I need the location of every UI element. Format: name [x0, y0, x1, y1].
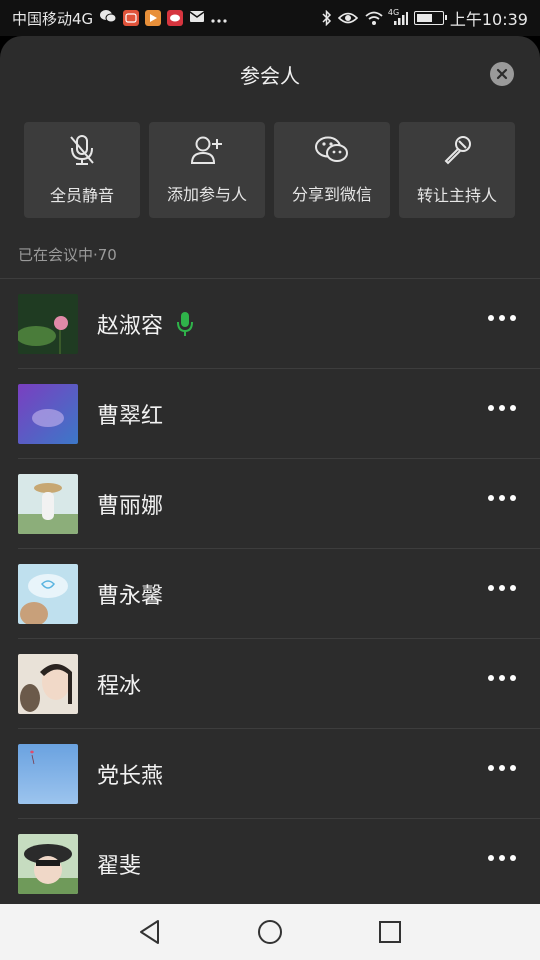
participant-row[interactable]: 翟斐	[0, 819, 540, 904]
participant-name: 程冰	[97, 674, 142, 699]
more-options-button[interactable]	[488, 765, 516, 771]
app-icon	[123, 10, 140, 26]
status-right: 4G 上午10:39	[322, 6, 528, 30]
eye-icon	[337, 11, 358, 25]
add-user-icon	[190, 135, 224, 169]
participant-row[interactable]: 党长燕	[0, 729, 540, 819]
more-options-button[interactable]	[488, 585, 516, 591]
close-icon	[496, 68, 508, 80]
mail-icon	[189, 9, 205, 27]
more-options-button[interactable]	[488, 675, 516, 681]
wechat-icon	[314, 135, 350, 169]
clock-label: 上午10:39	[449, 10, 528, 29]
add-participant-button[interactable]: 添加参与人	[149, 122, 265, 218]
network-badge: 4G	[387, 8, 400, 17]
mic-off-icon	[67, 134, 97, 170]
more-options-button[interactable]	[488, 405, 516, 411]
participant-name: 翟斐	[97, 854, 142, 879]
avatar	[18, 474, 78, 534]
participants-sheet: 参会人 全员静音 添加参与人 分享到微信 转让主持人 已在会议中·70 赵淑容 …	[0, 36, 540, 904]
recents-button[interactable]	[370, 912, 410, 952]
carrier-label: 中国移动4G	[12, 9, 94, 28]
avatar	[18, 384, 78, 444]
participant-list: 赵淑容 曹翠红 曹丽娜 曹永馨 程冰 党长燕 翟斐	[0, 278, 540, 904]
transfer-host-button[interactable]: 转让主持人	[399, 122, 515, 218]
participant-name: 曹永馨	[97, 584, 164, 609]
video-icon	[145, 10, 162, 26]
participant-name: 曹丽娜	[97, 494, 164, 519]
signal-icon: 4G	[387, 8, 408, 26]
more-options-button[interactable]	[488, 855, 516, 861]
mic-icon	[441, 134, 473, 170]
avatar	[18, 564, 78, 624]
sheet-title: 参会人	[240, 63, 300, 88]
status-bar: 中国移动4G 4G 上午10:39	[0, 0, 540, 36]
participant-row[interactable]: 曹丽娜	[0, 459, 540, 549]
in-meeting-count: 已在会议中·70	[18, 246, 117, 264]
avatar	[18, 744, 78, 804]
back-icon	[140, 920, 159, 944]
close-button[interactable]	[490, 62, 514, 86]
sheet-header: 参会人	[0, 36, 540, 112]
action-buttons: 全员静音 添加参与人 分享到微信 转让主持人	[0, 112, 540, 218]
participant-row[interactable]: 曹翠红	[0, 369, 540, 459]
bluetooth-icon	[322, 10, 332, 26]
wechat-status-icon	[99, 8, 117, 28]
battery-icon	[413, 11, 447, 25]
participant-name: 党长燕	[97, 764, 164, 789]
more-options-button[interactable]	[488, 315, 516, 321]
participant-row[interactable]: 程冰	[0, 639, 540, 729]
wifi-icon	[364, 10, 384, 26]
recents-icon	[379, 921, 401, 943]
avatar	[18, 294, 78, 354]
transfer-host-label: 转让主持人	[416, 186, 497, 205]
avatar	[18, 834, 78, 894]
speaking-mic-icon	[177, 311, 194, 337]
avatar	[18, 654, 78, 714]
chat-icon	[167, 10, 184, 26]
add-participant-label: 添加参与人	[166, 185, 247, 204]
more-icon	[211, 9, 227, 27]
mute-all-button[interactable]: 全员静音	[24, 122, 140, 218]
home-icon	[258, 920, 282, 944]
participant-row[interactable]: 赵淑容	[0, 279, 540, 369]
share-wechat-button[interactable]: 分享到微信	[274, 122, 390, 218]
share-wechat-label: 分享到微信	[291, 185, 372, 204]
navigation-bar	[0, 904, 540, 960]
participant-name: 赵淑容	[97, 314, 164, 339]
home-button[interactable]	[250, 912, 290, 952]
back-button[interactable]	[130, 912, 170, 952]
participant-row[interactable]: 曹永馨	[0, 549, 540, 639]
more-options-button[interactable]	[488, 495, 516, 501]
status-left: 中国移动4G	[12, 8, 227, 29]
mute-all-label: 全员静音	[49, 186, 114, 205]
participant-name: 曹翠红	[97, 404, 164, 429]
battery-fill	[416, 14, 433, 22]
